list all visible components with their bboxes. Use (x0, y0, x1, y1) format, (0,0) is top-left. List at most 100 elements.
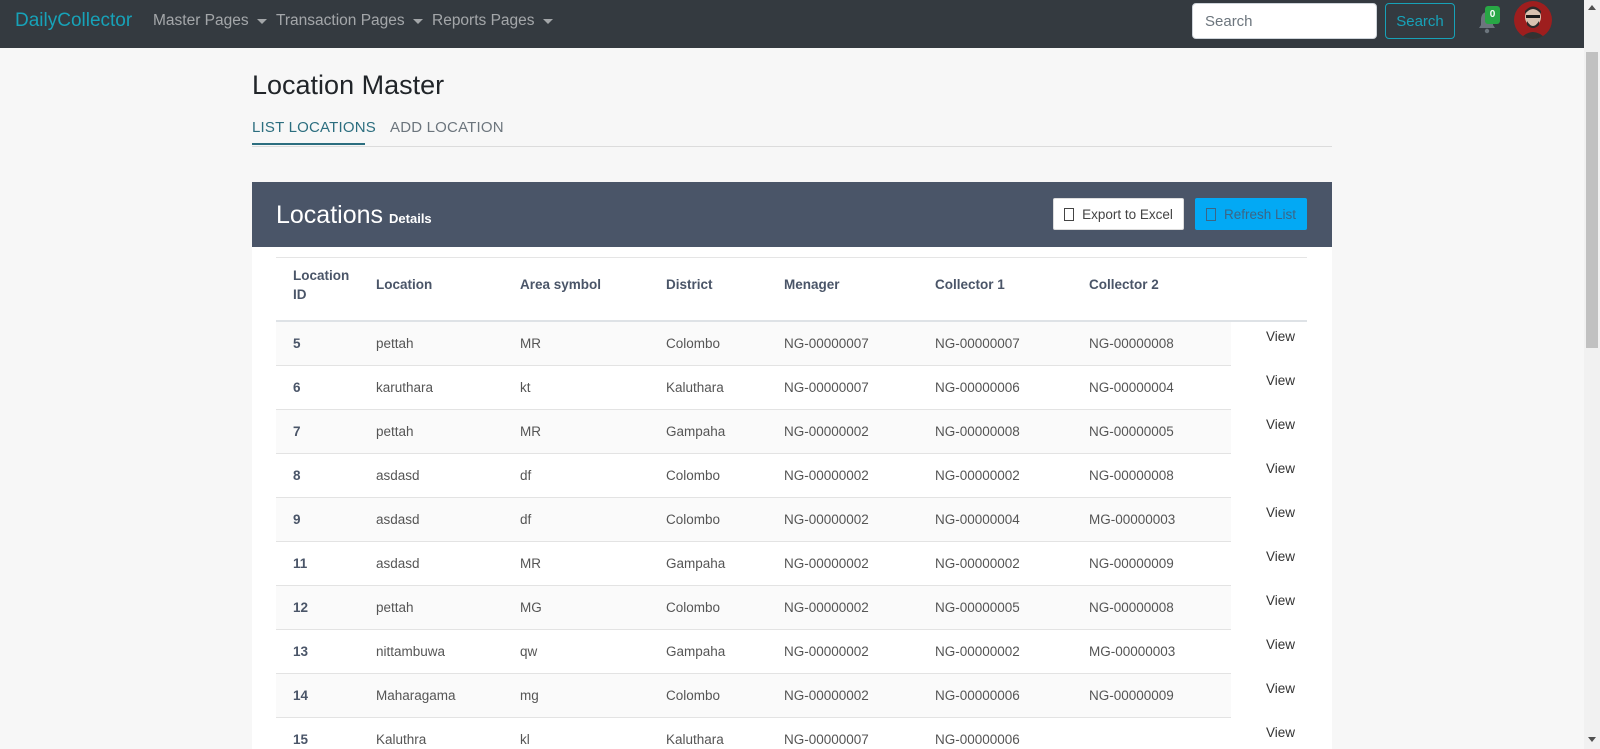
nav-reports-pages-label: Reports Pages (432, 12, 535, 29)
cell-location-id: 11 (293, 556, 308, 571)
view-button[interactable]: View (1256, 413, 1306, 436)
column-header-location-id[interactable]: Location ID (293, 266, 353, 304)
cell-area-symbol: df (520, 512, 532, 527)
search-button[interactable]: Search (1385, 3, 1455, 39)
cell-location: nittambuwa (376, 644, 446, 659)
notification-badge: 0 (1485, 6, 1500, 24)
table-row: 12 pettah MG Colombo NG-00000002 NG-00000005 N… (276, 586, 1231, 630)
cell-collector-2: NG-00000005 (1089, 424, 1174, 439)
scroll-down-icon[interactable] (1588, 737, 1596, 742)
cell-district: Gampaha (666, 644, 726, 659)
nav-transaction-pages[interactable]: Transaction Pages (276, 12, 423, 30)
view-button[interactable]: View (1256, 501, 1306, 524)
view-button[interactable]: View (1256, 325, 1306, 348)
cell-location: Maharagama (376, 688, 456, 703)
view-button[interactable]: View (1256, 369, 1306, 392)
cell-collector-2: MG-00000003 (1089, 644, 1176, 659)
scroll-thumb[interactable] (1586, 52, 1598, 348)
cell-collector-2: NG-00000008 (1089, 336, 1174, 351)
column-header-area-symbol[interactable]: Area symbol (520, 275, 601, 294)
scroll-up-icon[interactable] (1588, 5, 1596, 10)
column-header-collector-1[interactable]: Collector 1 (935, 275, 1005, 294)
cell-area-symbol: df (520, 468, 532, 483)
nav-reports-pages[interactable]: Reports Pages (432, 12, 553, 30)
cell-district: Kaluthara (666, 380, 724, 395)
view-button[interactable]: View (1256, 589, 1306, 612)
cell-manager: NG-00000007 (784, 380, 869, 395)
cell-location-id: 14 (293, 688, 309, 703)
table-row: 8 asdasd df Colombo NG-00000002 NG-00000002 NG… (276, 454, 1231, 498)
view-button[interactable]: View (1256, 633, 1306, 656)
refresh-button-label: Refresh List (1223, 206, 1297, 222)
cell-collector-2: NG-00000009 (1089, 688, 1174, 703)
export-to-excel-button[interactable]: Export to Excel (1053, 198, 1184, 230)
cell-location: karuthara (376, 380, 434, 395)
cell-location: asdasd (376, 556, 420, 571)
tabs-divider (252, 146, 1332, 147)
view-button[interactable]: View (1256, 677, 1306, 700)
cell-district: Colombo (666, 600, 721, 615)
view-button[interactable]: View (1256, 545, 1306, 568)
table-top-border (276, 257, 1307, 258)
cell-location: asdasd (376, 468, 420, 483)
page-title: Location Master (252, 70, 445, 100)
cell-district: Colombo (666, 512, 721, 527)
cell-collector-1: NG-00000004 (935, 512, 1020, 527)
column-header-menager[interactable]: Menager (784, 275, 840, 294)
refresh-list-button[interactable]: Refresh List (1195, 198, 1307, 230)
cell-collector-2: MG-00000003 (1089, 512, 1176, 527)
search-input[interactable] (1192, 3, 1377, 39)
page-scrollbar[interactable] (1584, 0, 1600, 749)
table-row: 7 pettah MR Gampaha NG-00000002 NG-00000008 NG… (276, 410, 1231, 454)
tab-add-location[interactable]: ADD LOCATION (390, 119, 504, 136)
cell-location-id: 6 (293, 380, 301, 395)
cell-area-symbol: MR (520, 336, 541, 351)
table-row: 11 asdasd MR Gampaha NG-00000002 NG-00000002 N… (276, 542, 1231, 586)
nav-master-pages[interactable]: Master Pages (153, 12, 267, 30)
cell-location-id: 13 (293, 644, 309, 659)
brand-logo[interactable]: DailyCollector (15, 10, 132, 32)
cell-area-symbol: MR (520, 556, 541, 571)
cell-location-id: 5 (293, 336, 301, 351)
view-button[interactable]: View (1256, 721, 1306, 744)
cell-manager: NG-00000002 (784, 600, 869, 615)
card-title-text: Locations (276, 201, 384, 229)
cell-collector-1: NG-00000005 (935, 600, 1020, 615)
cell-location: pettah (376, 336, 414, 351)
cell-district: Colombo (666, 468, 721, 483)
view-button[interactable]: View (1256, 457, 1306, 480)
cell-collector-1: NG-00000007 (935, 336, 1020, 351)
column-header-collector-2[interactable]: Collector 2 (1089, 275, 1159, 294)
cell-manager: NG-00000002 (784, 512, 869, 527)
chevron-down-icon (412, 18, 423, 24)
nav-master-pages-label: Master Pages (153, 12, 249, 29)
column-header-district[interactable]: District (666, 275, 713, 294)
cell-location: pettah (376, 600, 414, 615)
cell-collector-2: NG-00000004 (1089, 380, 1174, 395)
cell-location-id: 9 (293, 512, 301, 527)
cell-manager: NG-00000002 (784, 468, 869, 483)
cell-collector-1: NG-00000008 (935, 424, 1020, 439)
cell-location: asdasd (376, 512, 420, 527)
cell-collector-1: NG-00000002 (935, 644, 1020, 659)
table-row: 14 Maharagama mg Colombo NG-00000002 NG-00000… (276, 674, 1231, 718)
cell-area-symbol: MR (520, 424, 541, 439)
nav-transaction-pages-label: Transaction Pages (276, 12, 405, 29)
cell-location-id: 15 (293, 732, 309, 747)
cell-manager: NG-00000002 (784, 688, 869, 703)
chevron-down-icon (542, 18, 553, 24)
table-row: 6 karuthara kt Kaluthara NG-00000007 NG-00000… (276, 366, 1231, 410)
avatar[interactable] (1514, 1, 1552, 39)
locations-table: Location ID Location Area symbol Distric… (252, 247, 1332, 749)
cell-collector-1: NG-00000006 (935, 688, 1020, 703)
cell-collector-1: NG-00000006 (935, 380, 1020, 395)
active-tab-indicator (252, 143, 365, 145)
cell-manager: NG-00000002 (784, 556, 869, 571)
chevron-down-icon (256, 18, 267, 24)
cell-manager: NG-00000007 (784, 732, 869, 747)
column-header-location[interactable]: Location (376, 275, 432, 294)
cell-area-symbol: qw (520, 644, 538, 659)
tab-list-locations[interactable]: LIST LOCATIONS (252, 119, 376, 136)
cell-area-symbol: MG (520, 600, 542, 615)
cell-collector-2: NG-00000009 (1089, 556, 1174, 571)
